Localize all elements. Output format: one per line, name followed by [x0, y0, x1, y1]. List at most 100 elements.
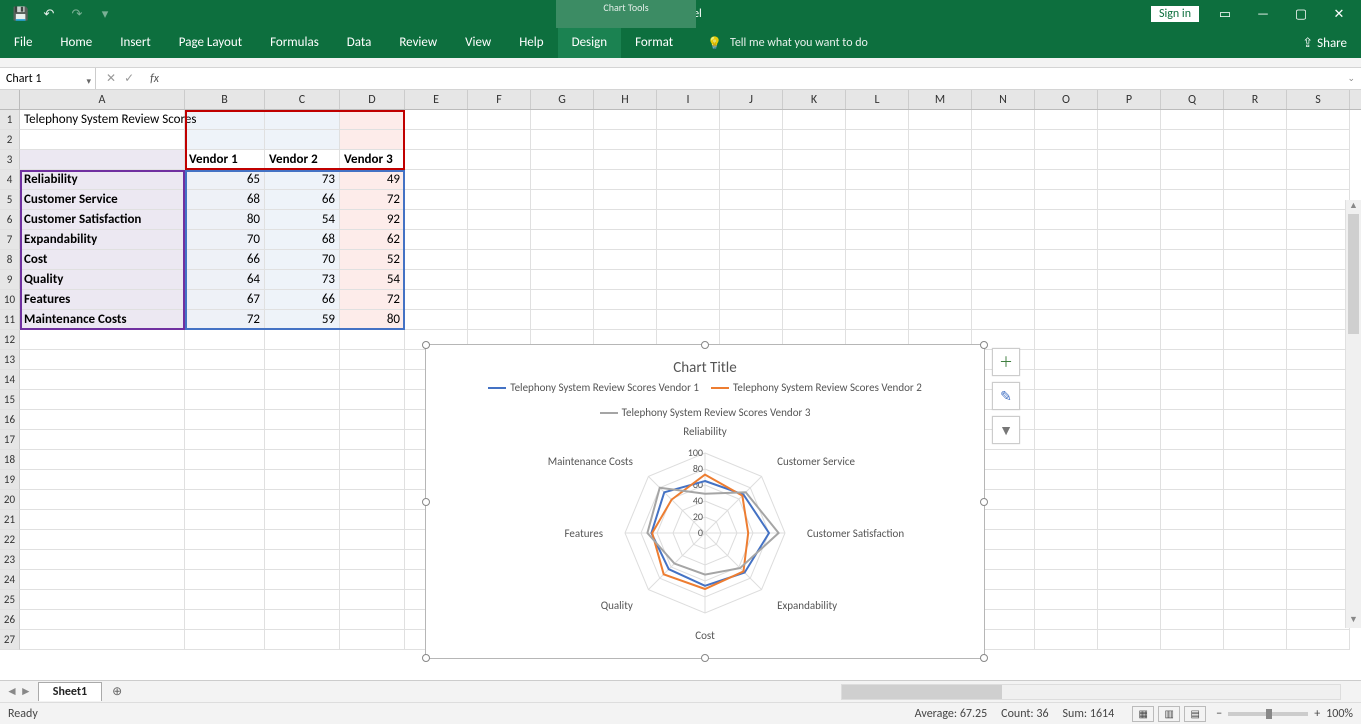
cell[interactable] — [468, 270, 531, 290]
cell[interactable]: 67 — [185, 290, 265, 310]
cell[interactable] — [1287, 170, 1350, 190]
cell[interactable] — [1224, 310, 1287, 330]
cell[interactable] — [468, 110, 531, 130]
column-header[interactable]: O — [1035, 90, 1098, 109]
cell[interactable]: 70 — [265, 250, 340, 270]
legend-item[interactable]: Telephony System Review Scores Vendor 2 — [711, 381, 922, 394]
cell[interactable] — [909, 290, 972, 310]
column-header[interactable]: R — [1224, 90, 1287, 109]
cell[interactable] — [1224, 350, 1287, 370]
cell[interactable] — [1098, 550, 1161, 570]
row-header[interactable]: 17 — [0, 430, 20, 450]
cell[interactable] — [594, 230, 657, 250]
select-all-corner[interactable] — [0, 90, 20, 109]
cell[interactable] — [20, 590, 185, 610]
cell[interactable] — [1287, 430, 1350, 450]
cell[interactable] — [1287, 490, 1350, 510]
cell[interactable] — [1224, 210, 1287, 230]
cell[interactable] — [594, 290, 657, 310]
cell[interactable] — [1287, 130, 1350, 150]
zoom-in-icon[interactable]: + — [1314, 707, 1320, 721]
cell[interactable] — [1161, 230, 1224, 250]
cell[interactable] — [1035, 630, 1098, 650]
cell[interactable] — [20, 570, 185, 590]
cell[interactable] — [909, 210, 972, 230]
row-header[interactable]: 12 — [0, 330, 20, 350]
cell[interactable] — [783, 290, 846, 310]
column-header[interactable]: B — [185, 90, 265, 109]
ribbon-tab-page-layout[interactable]: Page Layout — [165, 28, 256, 58]
cell[interactable] — [1287, 290, 1350, 310]
cell[interactable] — [909, 250, 972, 270]
cell[interactable] — [1161, 330, 1224, 350]
enter-formula-icon[interactable]: ✓ — [124, 71, 134, 86]
cell[interactable] — [185, 510, 265, 530]
cell[interactable] — [20, 350, 185, 370]
cell[interactable] — [1161, 510, 1224, 530]
cell[interactable] — [1035, 250, 1098, 270]
cell[interactable] — [265, 130, 340, 150]
cell[interactable] — [1161, 550, 1224, 570]
cell[interactable] — [1161, 450, 1224, 470]
cell[interactable]: Maintenance Costs — [20, 310, 185, 330]
cell[interactable] — [1035, 190, 1098, 210]
cell[interactable] — [972, 250, 1035, 270]
horizontal-scrollbar[interactable] — [841, 684, 1341, 700]
cell[interactable] — [1224, 590, 1287, 610]
cell[interactable] — [657, 290, 720, 310]
cell[interactable] — [531, 290, 594, 310]
cell[interactable] — [1098, 630, 1161, 650]
cell[interactable] — [846, 310, 909, 330]
row-header[interactable]: 11 — [0, 310, 20, 330]
resize-handle[interactable] — [701, 341, 709, 349]
cell[interactable]: 49 — [340, 170, 405, 190]
cell[interactable] — [783, 250, 846, 270]
cell[interactable] — [1161, 210, 1224, 230]
cell[interactable] — [20, 610, 185, 630]
ribbon-tab-review[interactable]: Review — [385, 28, 451, 58]
scroll-thumb[interactable] — [1348, 214, 1359, 334]
cell[interactable] — [1161, 430, 1224, 450]
cell[interactable] — [20, 150, 185, 170]
cell[interactable] — [1098, 330, 1161, 350]
cell[interactable] — [265, 610, 340, 630]
cell[interactable] — [783, 270, 846, 290]
row-header[interactable]: 19 — [0, 470, 20, 490]
cell[interactable] — [265, 630, 340, 650]
cell[interactable]: 65 — [185, 170, 265, 190]
cell[interactable] — [1098, 310, 1161, 330]
cell[interactable] — [1161, 610, 1224, 630]
cell[interactable] — [594, 190, 657, 210]
cell[interactable]: 72 — [340, 190, 405, 210]
cell[interactable]: Customer Satisfaction — [20, 210, 185, 230]
cell[interactable] — [1224, 430, 1287, 450]
cell[interactable] — [1161, 470, 1224, 490]
cell[interactable] — [1161, 310, 1224, 330]
cell[interactable] — [657, 170, 720, 190]
cell[interactable] — [846, 210, 909, 230]
cell[interactable] — [1224, 410, 1287, 430]
cell[interactable] — [185, 430, 265, 450]
view-page-layout-icon[interactable]: ▥ — [1158, 706, 1180, 722]
column-header[interactable]: D — [340, 90, 405, 109]
cell[interactable] — [265, 390, 340, 410]
cell[interactable]: 73 — [265, 170, 340, 190]
row-header[interactable]: 2 — [0, 130, 20, 150]
resize-handle[interactable] — [980, 654, 988, 662]
cell[interactable]: 92 — [340, 210, 405, 230]
column-header[interactable]: N — [972, 90, 1035, 109]
row-header[interactable]: 18 — [0, 450, 20, 470]
cell[interactable] — [185, 370, 265, 390]
resize-handle[interactable] — [980, 498, 988, 506]
cell[interactable] — [720, 170, 783, 190]
cell[interactable] — [468, 310, 531, 330]
cell[interactable] — [468, 210, 531, 230]
cell[interactable] — [340, 430, 405, 450]
cell[interactable] — [1224, 250, 1287, 270]
cell[interactable] — [340, 610, 405, 630]
signin-button[interactable]: Sign in — [1151, 6, 1199, 22]
column-header[interactable]: F — [468, 90, 531, 109]
sheet-tab[interactable]: Sheet1 — [38, 682, 102, 701]
qat-customize-icon[interactable]: ▾ — [92, 3, 118, 25]
cell[interactable] — [185, 610, 265, 630]
